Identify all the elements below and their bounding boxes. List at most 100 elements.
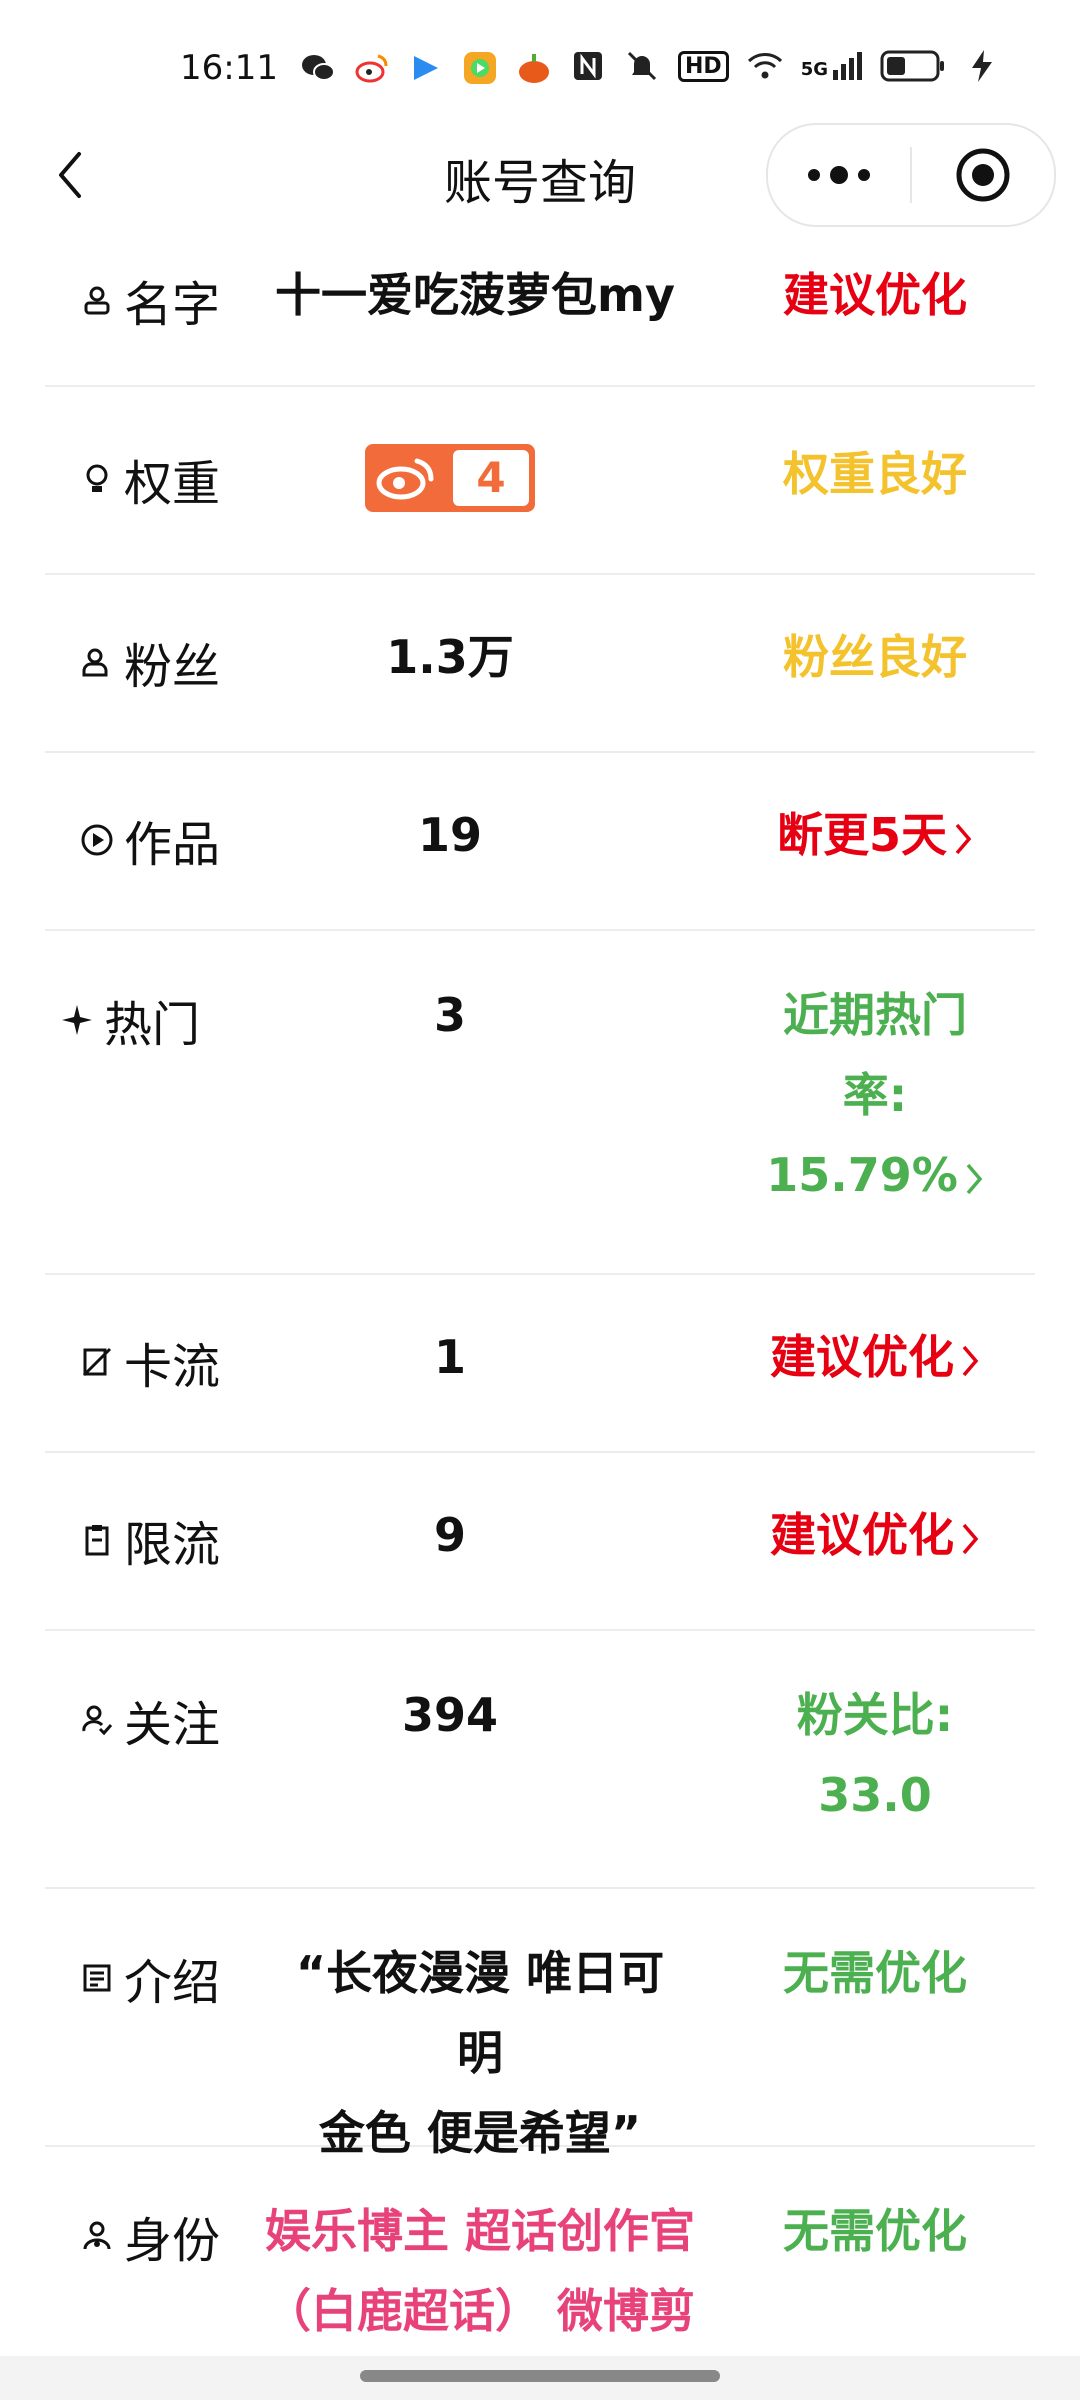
works-status: 断更5天 — [776, 808, 947, 862]
hot-status-line2: 率: — [842, 1068, 908, 1122]
hot-status-link[interactable]: 近期热门 率: 15.79% — [730, 975, 1020, 1215]
stuck-status-link[interactable]: 建议优化 — [725, 1317, 1025, 1397]
row-label: 介绍 — [80, 1943, 220, 2013]
wechat-icon — [302, 55, 335, 81]
edit-blocked-icon — [82, 1347, 112, 1377]
play-arrow-icon — [414, 56, 438, 80]
fans-status: 粉丝良好 — [783, 630, 967, 684]
limit-value: 9 — [433, 1508, 466, 1562]
status-system-icons: HD 5G — [570, 48, 1000, 84]
chevron-right-icon — [962, 1345, 979, 1376]
limit-status: 建议优化 — [770, 1508, 954, 1562]
title-bar: 账号查询 — [0, 115, 1080, 235]
target-circle-icon — [956, 148, 1010, 202]
name-value: 十一爱吃菠萝包my — [275, 268, 675, 322]
hot-status-line3-wrap: 15.79% — [730, 1135, 1020, 1215]
label-text: 限流 — [124, 1517, 221, 1573]
more-dots-icon — [808, 166, 870, 184]
weight-number: 4 — [453, 449, 529, 506]
wifi-icon — [747, 53, 782, 79]
pumpkin-app-icon — [519, 54, 549, 83]
play-circle-icon — [81, 824, 113, 856]
row-name: 名字 十一爱吃菠萝包my 建议优化 — [45, 235, 1035, 387]
chevron-right-icon — [966, 1163, 983, 1194]
weibo-weight-badge: 4 — [365, 443, 535, 512]
stuck-status: 建议优化 — [770, 1330, 954, 1384]
account-info-list: 名字 十一爱吃菠萝包my 建议优化 权重 4 权重良好 粉丝 1.3万 粉丝良好 — [45, 235, 1035, 2377]
weight-value: 4 — [255, 434, 645, 514]
status-notification-icons — [300, 50, 606, 86]
row-works[interactable]: 作品 19 断更5天 — [45, 753, 1035, 931]
label-text: 名字 — [124, 277, 221, 333]
chevron-right-icon — [962, 1523, 979, 1554]
label-text: 粉丝 — [124, 639, 221, 695]
intro-line1: “长夜漫漫 唯日可明 — [295, 1946, 665, 2080]
hot-value: 3 — [433, 988, 466, 1042]
status-time: 16:11 — [180, 48, 278, 88]
stuck-value: 1 — [433, 1330, 466, 1384]
close-mini-program-button[interactable] — [912, 125, 1054, 225]
video-app-icon — [464, 52, 496, 84]
name-status: 建议优化 — [783, 268, 967, 322]
identity-line1: 娱乐博主 超话创作官 — [265, 2204, 696, 2258]
works-value: 19 — [417, 808, 482, 862]
row-label: 卡流 — [80, 1327, 220, 1397]
5g-label: 5G — [800, 59, 828, 80]
chevron-right-icon — [955, 823, 972, 854]
user-icon — [84, 286, 110, 315]
row-label: 限流 — [80, 1505, 220, 1575]
hot-status-line1: 近期热门 — [783, 988, 967, 1042]
row-label: 作品 — [80, 805, 220, 875]
5g-signal-icon: 5G — [801, 52, 862, 80]
limit-status-link[interactable]: 建议优化 — [725, 1495, 1025, 1575]
row-label: 热门 — [60, 985, 200, 1055]
fans-value: 1.3万 — [386, 630, 514, 684]
hot-status-line3: 15.79% — [766, 1148, 958, 1202]
charging-icon — [972, 50, 992, 82]
label-text: 热门 — [104, 997, 201, 1053]
label-text: 作品 — [124, 817, 221, 873]
label-text: 介绍 — [124, 1955, 221, 2011]
label-text: 关注 — [124, 1697, 221, 1753]
label-text: 卡流 — [124, 1339, 221, 1395]
intro-status: 无需优化 — [783, 1946, 967, 2000]
bulb-icon — [86, 464, 108, 492]
star-icon — [62, 1005, 92, 1035]
document-icon — [83, 1964, 111, 1992]
row-hot[interactable]: 热门 3 近期热门 率: 15.79% — [45, 931, 1035, 1275]
follow-value: 394 — [401, 1688, 499, 1742]
intro-value: “长夜漫漫 唯日可明 金色 便是希望” — [275, 1933, 685, 2173]
row-label: 名字 — [80, 265, 220, 335]
home-indicator-area — [0, 2356, 1080, 2400]
identity-value: 娱乐博主 超话创作官 （白鹿超话） 微博剪 — [265, 2191, 695, 2351]
row-stuck[interactable]: 卡流 1 建议优化 — [45, 1275, 1035, 1453]
weibo-icon — [355, 54, 388, 83]
row-intro: 介绍 “长夜漫漫 唯日可明 金色 便是希望” 无需优化 — [45, 1889, 1035, 2160]
row-weight: 权重 4 权重良好 — [45, 387, 1035, 575]
weight-status: 权重良好 — [783, 447, 967, 501]
hd-icon: HD — [678, 50, 729, 82]
user-follow-icon — [82, 1705, 113, 1736]
clipboard-icon — [85, 1525, 109, 1556]
mute-icon — [627, 51, 657, 81]
user-badge-icon — [83, 2221, 111, 2250]
identity-line2: （白鹿超话） 微博剪 — [265, 2284, 696, 2338]
row-label: 权重 — [80, 444, 220, 514]
label-text: 身份 — [124, 2213, 221, 2269]
works-status-link[interactable]: 断更5天 — [730, 795, 1020, 875]
weibo-icon — [376, 458, 434, 499]
follow-ratio: 粉关比: 33.0 — [740, 1675, 1010, 1835]
battery-icon — [880, 50, 944, 82]
row-limit[interactable]: 限流 9 建议优化 — [45, 1453, 1035, 1631]
row-fans: 粉丝 1.3万 粉丝良好 — [45, 575, 1035, 753]
home-indicator-bar[interactable] — [360, 2370, 720, 2382]
more-button[interactable] — [768, 125, 910, 225]
follow-ratio-value: 33.0 — [818, 1768, 932, 1822]
row-label: 粉丝 — [80, 627, 220, 697]
row-follow: 关注 394 粉关比: 33.0 — [45, 1631, 1035, 1889]
row-label: 关注 — [80, 1685, 220, 1755]
row-identity: 身份 娱乐博主 超话创作官 （白鹿超话） 微博剪 无需优化 — [45, 2147, 1035, 2377]
mini-program-capsule — [766, 123, 1056, 227]
follow-ratio-label: 粉关比: — [796, 1688, 954, 1742]
nfc-icon — [574, 52, 602, 80]
